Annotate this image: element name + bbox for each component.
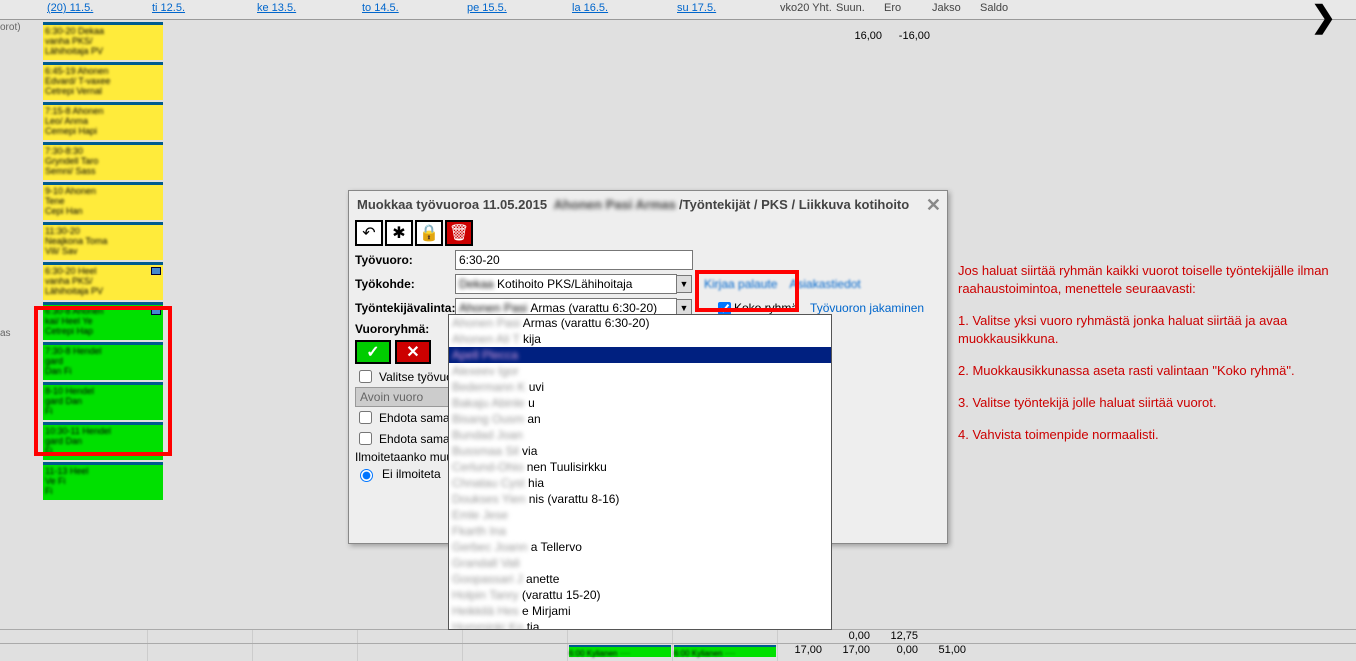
day-col-wed[interactable]: ke 13.5. — [253, 0, 358, 19]
shift-item[interactable]: 7:15-8 AhonenLeo/ AnmaCemepi Hapi — [43, 102, 163, 140]
col-planned: Suun. — [834, 0, 882, 19]
employee-list-item[interactable]: Doukses Yien nis (varattu 8-16) — [449, 491, 831, 507]
employee-list-item[interactable]: Chnatau Cyst hia — [449, 475, 831, 491]
undo-button[interactable]: ↶ — [355, 220, 383, 246]
shift-time-label: Työvuoro: — [355, 253, 455, 267]
employee-list-item[interactable]: Bakaju Abinle u — [449, 395, 831, 411]
employee-list-item[interactable]: Apell Plecca — [449, 347, 831, 363]
chevron-down-icon[interactable]: ▼ — [676, 275, 692, 293]
suggest-same-label: Ehdota samaa — [379, 411, 456, 425]
delete-button[interactable]: 🗑 — [445, 220, 473, 246]
employee-list-item[interactable]: Fkarth Ina — [449, 523, 831, 539]
instruction-step-2: 2. Muokkausikkunassa aseta rasti valinta… — [958, 362, 1348, 380]
employee-list-item[interactable]: Gerbec Joann a Tellervo — [449, 539, 831, 555]
day-col-thu[interactable]: to 14.5. — [358, 0, 463, 19]
shift-bar[interactable]: 6:00 Kylianen ···· — [569, 645, 671, 657]
day-col-sun[interactable]: su 17.5. — [673, 0, 778, 19]
shift-item[interactable]: 11:30-20Neajkona TomaVili/ Sav — [43, 222, 163, 260]
employee-list-item[interactable]: Bisang Ousm an — [449, 411, 831, 427]
employee-list-item[interactable]: Alexeev Igor — [449, 363, 831, 379]
day-col-tue[interactable]: ti 12.5. — [148, 0, 253, 19]
sidebar-mid-label: as — [0, 328, 11, 339]
employee-list-item[interactable]: Ahonen Pasi Armas (varattu 6:30-20) — [449, 315, 831, 331]
lock-button[interactable]: 🔒 — [415, 220, 443, 246]
day-col-sat[interactable]: la 16.5. — [568, 0, 673, 19]
day-col-fri[interactable]: pe 15.5. — [463, 0, 568, 19]
employee-list-item[interactable]: Bedermann K uvi — [449, 379, 831, 395]
shift-time-input[interactable] — [455, 250, 693, 270]
employee-list-item[interactable]: Holpin Tanry (varattu 15-20) — [449, 587, 831, 603]
close-icon[interactable]: ✕ — [926, 195, 941, 216]
shift-item[interactable]: 6:30-20 Dekaavanha PKS/Lähihoitaja PV — [43, 22, 163, 60]
worksite-combo[interactable]: Dekaa Kotihoito PKS/Lähihoitaja — [455, 274, 677, 294]
col-diff: Ero — [882, 0, 930, 19]
shift-group-label: Vuororyhmä: — [355, 322, 455, 336]
employee-dropdown-list[interactable]: Ahonen Pasi Armas (varattu 6:30-20)Ahone… — [448, 314, 832, 630]
employee-list-item[interactable]: Ahonen Ali T kija — [449, 331, 831, 347]
employee-list-item[interactable]: Homminki Ko tja — [449, 619, 831, 630]
whole-group-highlight — [695, 270, 799, 312]
select-shift-checkbox[interactable] — [359, 370, 372, 383]
worksite-label: Työkohde: — [355, 277, 455, 291]
no-notify-label: Ei ilmoiteta — [382, 467, 441, 481]
dialog-title: Muokkaa työvuoroa 11.05.2015 Ahonen Pasi… — [349, 191, 947, 218]
shift-item[interactable]: 6:45-19 AhonenEdvard/ T-vaxeeCetrepi Ver… — [43, 62, 163, 100]
employee-list-item[interactable]: Cerlund-Ohio nen Tuulisirkku — [449, 459, 831, 475]
day-col-mon[interactable]: (20) 11.5. — [43, 0, 148, 19]
no-notify-radio[interactable] — [360, 469, 373, 482]
shift-item[interactable]: 9-10 AhonenTeneCepi Han — [43, 182, 163, 220]
instruction-step-3: 3. Valitse työntekijä jolle haluat siirt… — [958, 394, 1348, 412]
top-totals: 16,00 -16,00 — [834, 30, 930, 42]
instruction-step-1: 1. Valitse yksi vuoro ryhmästä jonka hal… — [958, 312, 1348, 348]
sidebar-label: orot) — [0, 22, 21, 33]
confirm-button[interactable]: ✓ — [355, 340, 391, 364]
employee-list-item[interactable]: Heikkilä Hes e Mirjami — [449, 603, 831, 619]
instruction-intro: Jos haluat siirtää ryhmän kaikki vuorot … — [958, 262, 1348, 298]
shift-bar[interactable]: 6:00 Kylianen ···· — [674, 645, 776, 657]
shift-item[interactable]: 11-13 HeelVe FiFi — [43, 462, 163, 500]
employee-select-label: Työntekijävalinta: — [355, 301, 455, 315]
col-week-total: vko20 Yht. — [778, 0, 834, 19]
shift-item-selected[interactable]: 6:30-20 Heelvanha PKS/Lähihoitaja PV — [43, 262, 163, 300]
tree-button[interactable]: ✱ — [385, 220, 413, 246]
suggest-same-checkbox[interactable] — [359, 411, 372, 424]
customer-info-link[interactable]: Asiakastiedot — [789, 277, 860, 291]
calendar-header: (20) 11.5. ti 12.5. ke 13.5. to 14.5. pe… — [0, 0, 1356, 20]
employee-list-item[interactable]: Goopassari J anette — [449, 571, 831, 587]
selection-highlight — [34, 306, 172, 456]
suggest-same-label-2: Ehdota samaa — [379, 432, 456, 446]
cancel-button[interactable]: ✕ — [395, 340, 431, 364]
dialog-toolbar: ↶ ✱ 🔒 🗑 — [349, 218, 947, 248]
employee-list-item[interactable]: Bundad Joan — [449, 427, 831, 443]
col-period: Jakso — [930, 0, 978, 19]
instruction-step-4: 4. Vahvista toimenpide normaalisti. — [958, 426, 1348, 444]
next-week-arrow[interactable]: ❯ — [1311, 0, 1336, 35]
suggest-same-checkbox-2[interactable] — [359, 432, 372, 445]
split-shift-link[interactable]: Työvuoron jakaminen — [810, 301, 924, 315]
shift-item[interactable]: 7:30-8:30Gryndell TaroSemni/ Sass — [43, 142, 163, 180]
notify-label: Ilmoitetaanko muu — [355, 450, 453, 464]
employee-list-item[interactable]: Emle Jese — [449, 507, 831, 523]
instructions-panel: Jos haluat siirtää ryhmän kaikki vuorot … — [958, 262, 1348, 458]
bottom-summary: 0,00 12,75 6:00 Kylianen ···· 6:00 Kylia… — [0, 629, 1356, 661]
col-balance: Saldo — [978, 0, 1026, 19]
employee-list-item[interactable]: Bussmaa Sil via — [449, 443, 831, 459]
employee-list-item[interactable]: Grandall Vali — [449, 555, 831, 571]
